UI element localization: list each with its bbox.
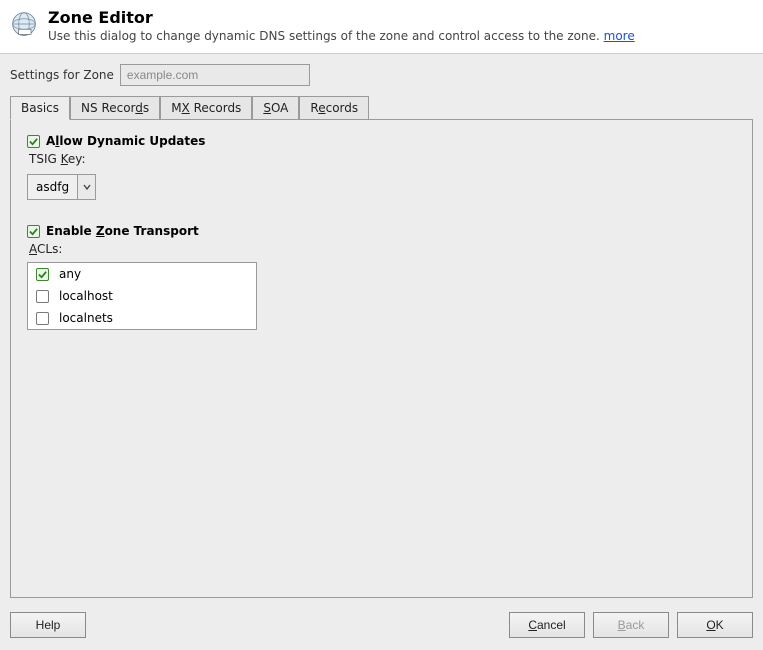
tab-soa[interactable]: SOA — [252, 96, 299, 120]
tab-bar: Basics NS Records MX Records SOA Records — [10, 96, 753, 120]
basics-panel: Allow Dynamic Updates TSIG Key: asdfg En… — [10, 119, 753, 598]
tab-records[interactable]: Records — [299, 96, 369, 120]
acl-item-localhost[interactable]: localhost — [28, 285, 256, 307]
settings-for-zone-label: Settings for Zone — [10, 68, 114, 82]
dialog-subtitle: Use this dialog to change dynamic DNS se… — [48, 29, 753, 43]
tsig-key-value: asdfg — [28, 175, 77, 199]
tab-ns-records[interactable]: NS Records — [70, 96, 160, 120]
acl-item-localnets[interactable]: localnets — [28, 307, 256, 329]
enable-zone-transport-row[interactable]: Enable Zone Transport — [27, 224, 736, 238]
chevron-down-icon — [82, 182, 92, 192]
acl-item-any[interactable]: any — [28, 263, 256, 285]
acl-localnets-label: localnets — [59, 311, 113, 325]
tsig-key-select[interactable]: asdfg — [27, 174, 96, 200]
acl-any-label: any — [59, 267, 81, 281]
enable-zone-transport-checkbox[interactable] — [27, 225, 40, 238]
acls-label: ACLs: — [29, 242, 736, 256]
acls-list: any localhost localnets — [27, 262, 257, 330]
tab-basics[interactable]: Basics — [10, 96, 70, 120]
main-area: Basics NS Records MX Records SOA Records… — [0, 92, 763, 604]
allow-dynamic-updates-row[interactable]: Allow Dynamic Updates — [27, 134, 736, 148]
settings-for-zone-row: Settings for Zone — [0, 54, 763, 92]
header-text-block: Zone Editor Use this dialog to change dy… — [48, 6, 753, 43]
cancel-button[interactable]: Cancel — [509, 612, 585, 638]
tab-mx-records[interactable]: MX Records — [160, 96, 252, 120]
enable-zone-transport-label: Enable Zone Transport — [46, 224, 199, 238]
acl-localnets-checkbox[interactable] — [36, 312, 49, 325]
dialog-title: Zone Editor — [48, 8, 753, 27]
help-button[interactable]: Help — [10, 612, 86, 638]
tsig-key-dropdown-button[interactable] — [77, 175, 95, 199]
dialog-footer: Help Cancel Back OK — [0, 604, 763, 650]
dialog-subtitle-text: Use this dialog to change dynamic DNS se… — [48, 29, 604, 43]
allow-dynamic-updates-checkbox[interactable] — [27, 135, 40, 148]
dialog-header: Zone Editor Use this dialog to change dy… — [0, 0, 763, 54]
acl-localhost-label: localhost — [59, 289, 113, 303]
back-button: Back — [593, 612, 669, 638]
more-link[interactable]: more — [604, 29, 635, 43]
acl-localhost-checkbox[interactable] — [36, 290, 49, 303]
allow-dynamic-updates-label: Allow Dynamic Updates — [46, 134, 205, 148]
acl-any-checkbox[interactable] — [36, 268, 49, 281]
tsig-key-label: TSIG Key: — [29, 152, 736, 166]
dns-icon — [10, 10, 38, 38]
ok-button[interactable]: OK — [677, 612, 753, 638]
zone-name-input — [120, 64, 310, 86]
zone-editor-window: Zone Editor Use this dialog to change dy… — [0, 0, 763, 650]
